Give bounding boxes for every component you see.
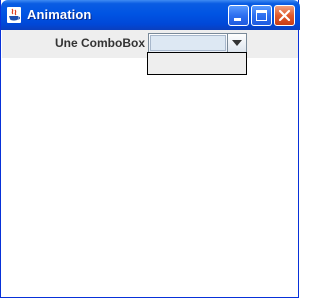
chevron-down-icon [232,40,242,46]
combo-popup-list[interactable] [147,52,247,75]
combo-selected-value[interactable] [150,35,226,51]
combo-label: Une ComboBox [55,36,145,50]
minimize-button[interactable] [228,5,249,26]
maximize-icon [256,10,267,21]
combo-dropdown-button[interactable] [227,34,246,52]
java-cup-icon [7,7,21,23]
app-window: Animation Une ComboBox [0,0,300,298]
title-bar[interactable]: Animation [1,0,300,30]
window-title: Animation [27,7,92,22]
combo-box[interactable] [148,33,247,53]
maximize-button[interactable] [251,5,272,26]
minimize-icon [234,18,241,21]
content-area [2,58,298,296]
close-button[interactable] [274,5,295,26]
close-icon [278,9,291,22]
